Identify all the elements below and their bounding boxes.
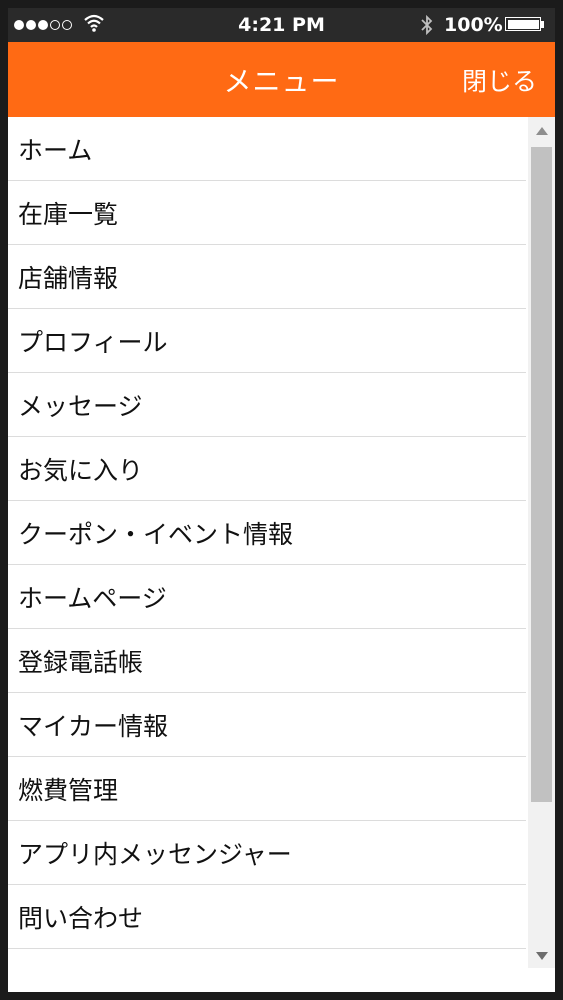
battery-icon — [505, 17, 541, 31]
nav-bar: メニュー 閉じる — [8, 42, 555, 117]
menu-item-homepage[interactable]: ホームページ — [8, 565, 526, 629]
menu-item-profile[interactable]: プロフィール — [8, 309, 526, 373]
menu-item-my-car[interactable]: マイカー情報 — [8, 693, 526, 757]
menu-item-inventory[interactable]: 在庫一覧 — [8, 181, 526, 245]
menu-item-phonebook[interactable]: 登録電話帳 — [8, 629, 526, 693]
menu-item-coupons-events[interactable]: クーポン・イベント情報 — [8, 501, 526, 565]
scroll-up-arrow-icon[interactable] — [536, 127, 548, 135]
menu-item-messages[interactable]: メッセージ — [8, 373, 526, 437]
app-screen: 4:21 PM 100% メニュー 閉じる ホーム 在庫一覧 店舗情報 プロフィ… — [8, 8, 555, 992]
scrollbar[interactable] — [528, 117, 555, 968]
battery-tip — [541, 21, 544, 28]
menu-item-contact[interactable]: 問い合わせ — [8, 885, 526, 949]
bluetooth-icon — [421, 14, 433, 36]
battery-fill — [507, 19, 539, 29]
menu-item-in-app-messenger[interactable]: アプリ内メッセンジャー — [8, 821, 526, 885]
scrollbar-thumb[interactable] — [531, 147, 552, 802]
scroll-down-arrow-icon[interactable] — [536, 952, 548, 960]
menu-item-store-info[interactable]: 店舗情報 — [8, 245, 526, 309]
menu-item-home[interactable]: ホーム — [8, 117, 526, 181]
battery-percent: 100% — [444, 14, 503, 36]
close-button[interactable]: 閉じる — [462, 62, 537, 98]
device-frame: 4:21 PM 100% メニュー 閉じる ホーム 在庫一覧 店舗情報 プロフィ… — [0, 0, 563, 1000]
status-bar: 4:21 PM 100% — [8, 8, 555, 42]
menu-item-fuel-economy[interactable]: 燃費管理 — [8, 757, 526, 821]
menu-item-favorites[interactable]: お気に入り — [8, 437, 526, 501]
menu-list: ホーム 在庫一覧 店舗情報 プロフィール メッセージ お気に入り クーポン・イベ… — [8, 117, 526, 949]
